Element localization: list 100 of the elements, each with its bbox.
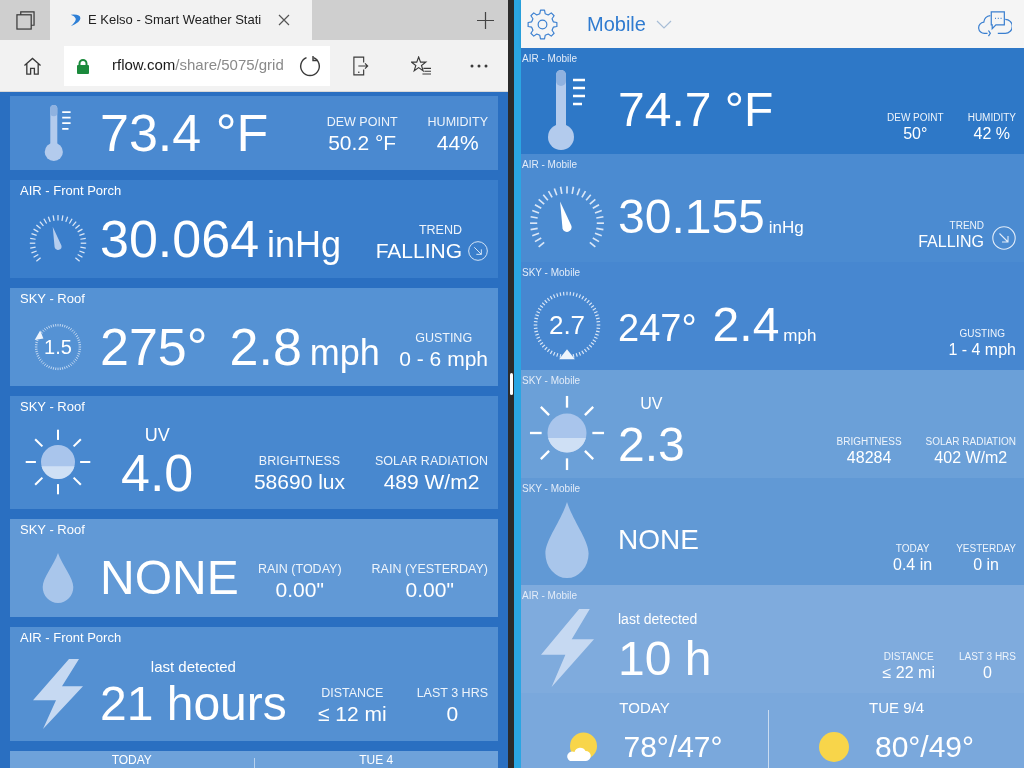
- forecast-temperature: 80°/49°: [874, 730, 975, 764]
- stat-value: ≤ 12 mi: [317, 701, 387, 726]
- cloud-chat-icon[interactable]: [978, 10, 1012, 38]
- tablet-arrow-icon[interactable]: [353, 55, 369, 76]
- stat-value: 402 W/m2: [934, 448, 1008, 468]
- sun-icon: [24, 428, 92, 496]
- thermometer-icon: [44, 105, 72, 161]
- unit-label: inHg: [267, 226, 342, 263]
- reading-value: NONE: [100, 553, 239, 602]
- stat-label: GUSTING: [415, 331, 473, 346]
- stat-label: LAST 3 HRS: [958, 651, 1016, 663]
- sun-icon: [818, 732, 849, 762]
- unit-label: mph: [309, 334, 380, 371]
- stat-label: BRIGHTNESS: [836, 436, 902, 448]
- stat-label: HUMIDITY: [967, 112, 1016, 124]
- device-label: AIR - Front Porch: [19, 629, 123, 646]
- stat-value: 50°: [903, 124, 928, 144]
- logo-icon: [69, 13, 83, 27]
- device-label: AIR - Mobile: [521, 52, 578, 65]
- reading-value: 74.7 °F: [618, 85, 774, 134]
- stat-label: DISTANCE: [321, 686, 384, 701]
- device-label: AIR - Mobile: [521, 589, 578, 602]
- stat-value: 58690 lux: [253, 469, 345, 494]
- forecast-temperature: 78°/47°: [623, 730, 723, 764]
- forecast-day: TUE 4: [359, 753, 394, 768]
- stat-label: SOLAR RADIATION: [375, 454, 488, 469]
- plus-icon[interactable]: [477, 11, 494, 29]
- reading-caption: last detected: [150, 659, 236, 674]
- stat-label: HUMIDITY: [427, 115, 488, 130]
- device-label: AIR - Mobile: [521, 158, 578, 171]
- device-label: SKY - Roof: [19, 521, 86, 538]
- device-label: SKY - Mobile: [521, 482, 582, 495]
- device-label: SKY - Roof: [19, 290, 86, 307]
- stat-value: 0 in: [973, 555, 999, 575]
- raindrop-icon: [543, 502, 591, 578]
- lightning-bolt-icon: [33, 658, 83, 729]
- stat-label: SOLAR RADIATION: [925, 436, 1016, 448]
- favorites-icon[interactable]: [410, 56, 432, 75]
- stat-label: TREND: [949, 220, 984, 232]
- device-label: SKY - Roof: [19, 398, 86, 415]
- sun-icon: [528, 393, 606, 472]
- reading-value: 2.4: [712, 300, 780, 349]
- stat-value: ≤ 22 mi: [882, 663, 935, 683]
- reading-value: 2.3: [618, 421, 685, 469]
- refresh-icon[interactable]: [299, 54, 321, 77]
- stat-label: TODAY: [895, 543, 930, 555]
- stat-label: BRIGHTNESS: [258, 454, 341, 469]
- reading-value: 10 h: [618, 635, 712, 683]
- resize-handle[interactable]: [509, 373, 513, 395]
- forecast-day: TODAY: [111, 753, 152, 768]
- reading-caption: last detected: [618, 612, 698, 626]
- stat-label: RAIN (YESTERDAY): [371, 562, 488, 577]
- lightning-bolt-icon: [540, 608, 594, 687]
- reading-value: 30.064: [100, 212, 260, 265]
- station-dropdown[interactable]: Mobile: [587, 9, 672, 39]
- forecast-day: TODAY: [619, 699, 670, 717]
- stat-label: YESTERDAY: [956, 543, 1016, 555]
- stat-label: LAST 3 HRS: [416, 686, 488, 701]
- stat-value: 0 - 6 mph: [399, 346, 488, 371]
- device-label: SKY - Mobile: [521, 374, 582, 387]
- address-bar[interactable]: rflow.com/share/5075/grid: [64, 45, 330, 86]
- stat-label: TREND: [418, 223, 462, 238]
- reading-value: 2.8: [229, 320, 302, 373]
- stat-value: 42 %: [973, 124, 1011, 144]
- reading-value: 4.0: [121, 446, 194, 499]
- reading-caption: UV: [640, 396, 663, 412]
- reading-caption: UV: [144, 425, 170, 444]
- wind-direction: 275°: [100, 320, 208, 373]
- device-label: SKY - Mobile: [521, 266, 582, 279]
- gauge-icon: [29, 214, 87, 263]
- reading-value: NONE: [618, 526, 699, 554]
- stat-value: 0.00": [275, 577, 324, 602]
- raindrop-icon: [41, 552, 75, 603]
- stat-value: 1 - 4 mph: [948, 340, 1016, 360]
- stat-label: DISTANCE: [883, 651, 934, 663]
- close-icon[interactable]: [278, 14, 290, 26]
- thermometer-icon: [547, 69, 587, 150]
- stat-value: 48284: [846, 448, 892, 468]
- stat-label: RAIN (TODAY): [257, 562, 342, 577]
- stat-value: FALLING: [375, 238, 462, 263]
- lock-icon: [76, 57, 90, 74]
- settings-icon[interactable]: [527, 8, 558, 40]
- home-icon[interactable]: [22, 56, 42, 75]
- browser-tab[interactable]: E Kelso - Smart Weather Stati: [50, 0, 312, 40]
- reading-value: 73.4 °F: [100, 107, 269, 159]
- unit-label: mph: [783, 326, 817, 344]
- stat-label: DEW POINT: [887, 112, 944, 124]
- stat-value: 0: [446, 701, 459, 726]
- wind-direction: 247°: [618, 308, 697, 347]
- gauge-icon: [529, 184, 605, 249]
- url-text: rflow.com/share/5075/grid: [112, 55, 284, 76]
- more-icon[interactable]: [470, 63, 488, 68]
- stat-value: 0.00": [405, 577, 454, 602]
- device-label: AIR - Front Porch: [19, 182, 123, 199]
- stat-value: 44%: [436, 130, 479, 155]
- stat-value: FALLING: [918, 232, 984, 252]
- tabs-icon[interactable]: [15, 10, 35, 30]
- stat-value: 50.2 °F: [328, 130, 397, 155]
- cloud-sun-icon: [566, 732, 598, 762]
- caret-icon: [655, 19, 672, 29]
